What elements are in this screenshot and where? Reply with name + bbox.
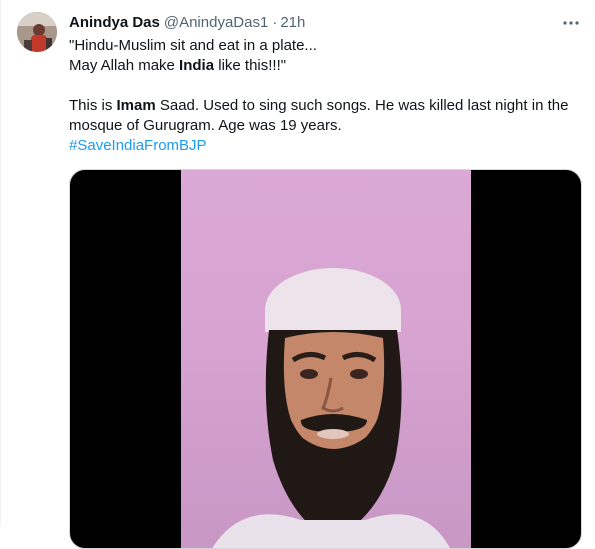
text-segment: like this!!!" xyxy=(214,57,287,74)
tweet-line-2: May Allah make India like this!!!" xyxy=(69,56,584,76)
tweet-header: Anindya Das @AnindyaDas1 · 21h xyxy=(69,13,305,33)
text-segment: mosque of Gurugram. Age was 19 years. xyxy=(69,117,342,134)
video-frame xyxy=(181,170,471,548)
tweet-text: "Hindu-Muslim sit and eat in a plate... … xyxy=(69,36,584,156)
tweet-line-1: "Hindu-Muslim sit and eat in a plate... xyxy=(69,36,584,56)
hashtag-link[interactable]: #SaveIndiaFromBJP xyxy=(69,137,207,154)
display-name[interactable]: Anindya Das xyxy=(69,13,160,33)
tweet-line-3: This is Imam Saad. Used to sing such son… xyxy=(69,96,584,116)
more-icon[interactable] xyxy=(559,12,583,34)
tweet-line-4: mosque of Gurugram. Age was 19 years. xyxy=(69,116,584,136)
text-segment: Saad. Used to sing such songs. He was ki… xyxy=(155,97,569,114)
timestamp[interactable]: 21h xyxy=(280,13,305,33)
video-still xyxy=(212,268,450,548)
tweet-line-5: #SaveIndiaFromBJP xyxy=(69,136,584,156)
text-segment: This is xyxy=(69,97,117,114)
video-player[interactable] xyxy=(69,169,582,549)
user-handle[interactable]: @AnindyaDas1 xyxy=(164,13,268,33)
text-segment: May Allah make xyxy=(69,57,180,74)
bold-text: Imam xyxy=(116,97,156,114)
tweet: Anindya Das @AnindyaDas1 · 21h "Hindu-Mu… xyxy=(0,0,595,549)
bold-text: India xyxy=(179,57,215,74)
text-segment: "Hindu-Muslim sit and eat in a plate... xyxy=(69,37,317,54)
avatar[interactable] xyxy=(17,12,57,52)
separator-dot: · xyxy=(272,14,278,31)
